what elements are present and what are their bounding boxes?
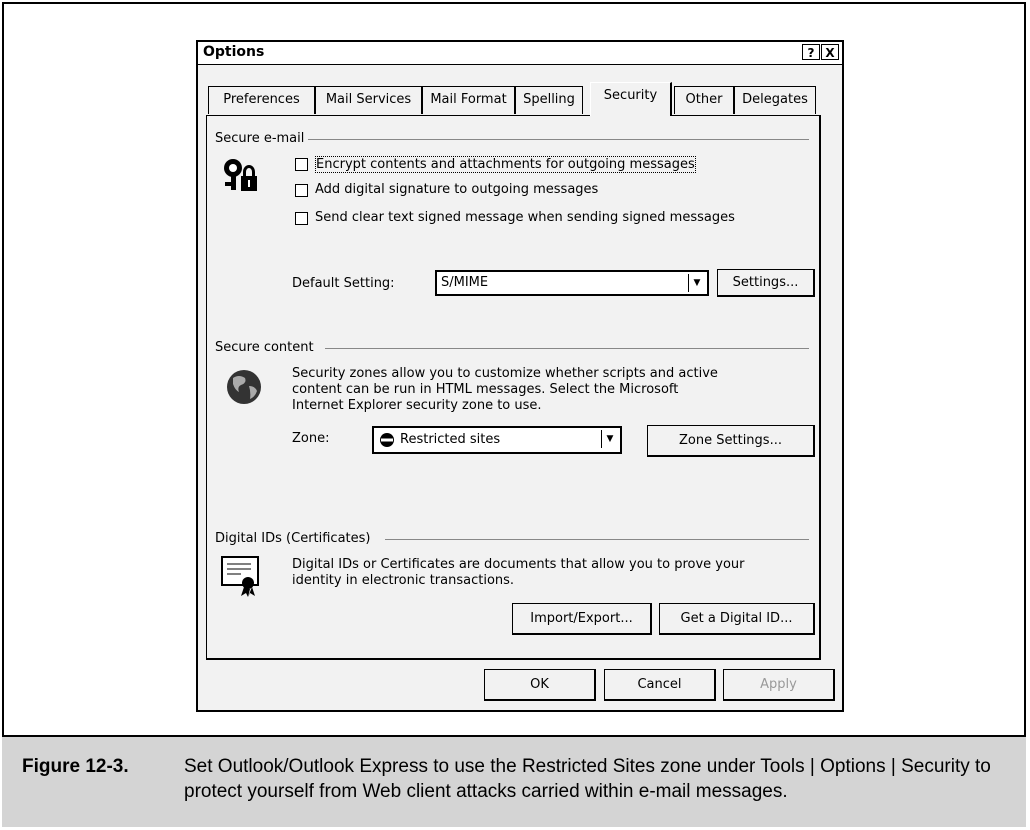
divider xyxy=(325,348,809,349)
ok-button[interactable]: OK xyxy=(484,669,596,701)
caption-label: Figure 12-3. xyxy=(22,756,129,777)
secure-content-line-1: Security zones allow you to customize wh… xyxy=(292,366,718,381)
cancel-button[interactable]: Cancel xyxy=(604,669,716,701)
digital-ids-heading: Digital IDs (Certificates) xyxy=(215,531,375,546)
secure-content-line-3: Internet Explorer security zone to use. xyxy=(292,398,542,413)
divider xyxy=(297,139,809,140)
encrypt-checkbox[interactable] xyxy=(295,158,308,171)
help-button[interactable]: ? xyxy=(802,44,820,60)
clear-text-signed-checkbox[interactable] xyxy=(295,212,308,225)
clear-text-signed-label: Send clear text signed message when send… xyxy=(315,210,735,225)
secure-content-heading: Secure content xyxy=(215,340,318,355)
settings-button[interactable]: Settings... xyxy=(717,269,815,297)
divider xyxy=(385,539,809,540)
digital-signature-label: Add digital signature to outgoing messag… xyxy=(315,182,599,197)
options-dialog: Options ? X Preferences Mail Services Ma… xyxy=(196,40,844,712)
digital-ids-line-1: Digital IDs or Certificates are document… xyxy=(292,557,745,572)
zone-settings-button[interactable]: Zone Settings... xyxy=(647,425,815,457)
close-button[interactable]: X xyxy=(821,44,839,60)
default-setting-value: S/MIME xyxy=(441,275,489,290)
zone-select[interactable]: Restricted sites ▼ xyxy=(372,426,622,454)
tab-mail-services[interactable]: Mail Services xyxy=(315,86,422,114)
chevron-down-icon: ▼ xyxy=(688,274,705,292)
tab-preferences[interactable]: Preferences xyxy=(208,86,315,114)
dialog-title: Options xyxy=(203,44,265,60)
chevron-down-icon: ▼ xyxy=(601,430,618,448)
figure-caption: Figure 12-3. Set Outlook/Outlook Express… xyxy=(2,735,1026,827)
tab-other[interactable]: Other xyxy=(674,86,734,114)
tab-spelling[interactable]: Spelling xyxy=(515,86,583,114)
tab-delegates[interactable]: Delegates xyxy=(734,86,816,114)
secure-email-heading: Secure e-mail xyxy=(215,131,309,146)
secure-content-line-2: content can be run in HTML messages. Sel… xyxy=(292,382,679,397)
title-bar: Options ? X xyxy=(198,42,842,65)
digital-ids-line-2: identity in electronic transactions. xyxy=(292,573,515,588)
globe-icon xyxy=(225,368,263,410)
digital-signature-checkbox[interactable] xyxy=(295,184,308,197)
import-export-button[interactable]: Import/Export... xyxy=(512,603,652,635)
security-tab-panel: Secure e-mail Encrypt contents and attac… xyxy=(206,115,821,660)
caption-text: Set Outlook/Outlook Express to use the R… xyxy=(184,756,991,802)
key-lock-icon xyxy=(221,156,261,198)
tab-mail-format[interactable]: Mail Format xyxy=(422,86,515,114)
default-setting-label: Default Setting: xyxy=(292,276,395,291)
certificate-icon xyxy=(221,556,261,602)
encrypt-label: Encrypt contents and attachments for out… xyxy=(315,156,696,173)
apply-button[interactable]: Apply xyxy=(723,669,835,701)
zone-label: Zone: xyxy=(292,431,330,446)
zone-value: Restricted sites xyxy=(400,432,501,447)
get-digital-id-button[interactable]: Get a Digital ID... xyxy=(659,603,815,635)
default-setting-select[interactable]: S/MIME ▼ xyxy=(435,270,709,296)
tab-security[interactable]: Security xyxy=(590,82,672,116)
restricted-sites-icon xyxy=(379,432,395,452)
